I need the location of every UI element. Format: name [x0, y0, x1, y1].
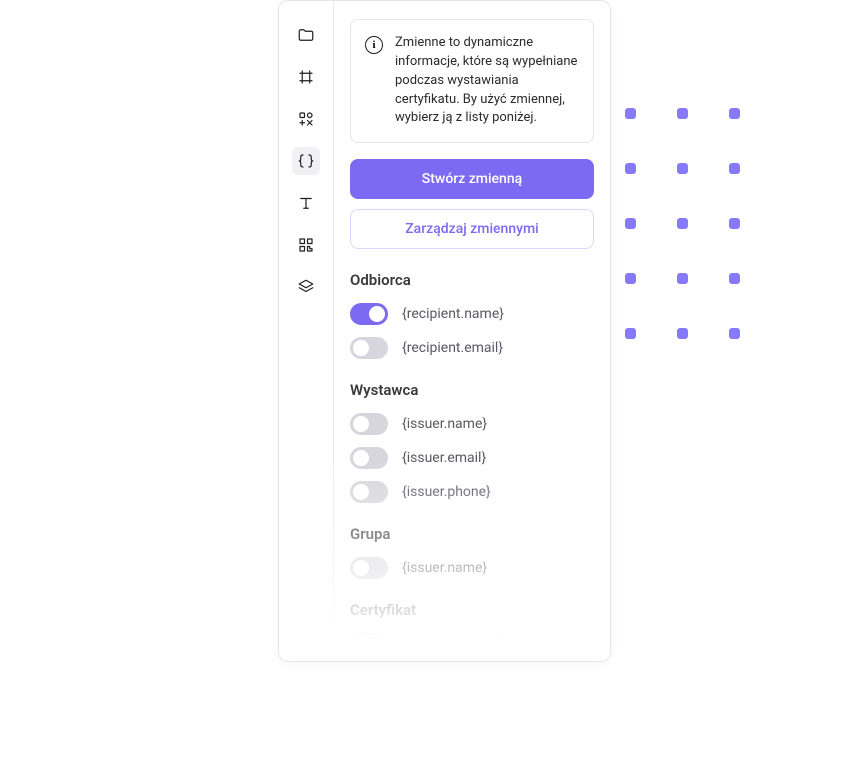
variable-label: {issuer.email}	[402, 450, 486, 466]
section-wystawca: Wystawca {issuer.name} {issuer.email} {i…	[350, 381, 594, 503]
braces-icon[interactable]	[292, 147, 320, 175]
text-icon[interactable]	[292, 189, 320, 217]
qr-icon[interactable]	[292, 231, 320, 259]
variable-label: {issuer.name}	[402, 416, 487, 432]
frame-icon[interactable]	[292, 63, 320, 91]
variable-row: {recipient.name}	[350, 303, 594, 325]
folder-icon[interactable]	[292, 21, 320, 49]
variable-row: {issuer.phone}	[350, 481, 594, 503]
section-title: Grupa	[350, 525, 594, 543]
layers-icon[interactable]	[292, 273, 320, 301]
section-title: Odbiorca	[350, 271, 594, 289]
section-title: Certyfikat	[350, 601, 594, 619]
decorative-dot-grid	[625, 108, 741, 340]
variable-label: {recipient.email}	[402, 340, 503, 356]
variable-toggle[interactable]	[350, 557, 388, 579]
manage-variables-button[interactable]: Zarządzaj zmiennymi	[350, 209, 594, 249]
variable-toggle[interactable]	[350, 413, 388, 435]
variable-row: {issuer.name}	[350, 413, 594, 435]
variable-label: {credential.uuid}	[402, 636, 503, 652]
section-certyfikat: Certyfikat {credential.uuid} {credential…	[350, 601, 594, 661]
create-variable-button[interactable]: Stwórz zmienną	[350, 159, 594, 199]
shapes-icon[interactable]	[292, 105, 320, 133]
section-odbiorca: Odbiorca {recipient.name} {recipient.ema…	[350, 271, 594, 359]
section-grupa: Grupa {issuer.name}	[350, 525, 594, 579]
panel-content: i Zmienne to dynamiczne informacje, któr…	[334, 1, 610, 661]
variable-row: {issuer.email}	[350, 447, 594, 469]
callout-text: Zmienne to dynamiczne informacje, które …	[395, 34, 579, 128]
variable-toggle[interactable]	[350, 337, 388, 359]
variable-toggle[interactable]	[350, 481, 388, 503]
tool-sidebar	[279, 1, 334, 661]
variable-row: {credential.uuid}	[350, 633, 594, 655]
variables-panel: i Zmienne to dynamiczne informacje, któr…	[278, 0, 611, 662]
variable-label: {recipient.name}	[402, 306, 504, 322]
variable-toggle[interactable]	[350, 303, 388, 325]
variable-row: {recipient.email}	[350, 337, 594, 359]
variable-row: {issuer.name}	[350, 557, 594, 579]
info-callout: i Zmienne to dynamiczne informacje, któr…	[350, 19, 594, 143]
variable-label: {issuer.name}	[402, 560, 487, 576]
variable-toggle[interactable]	[350, 447, 388, 469]
info-icon: i	[365, 36, 383, 54]
variable-toggle[interactable]	[350, 633, 388, 655]
variable-label: {issuer.phone}	[402, 484, 491, 500]
section-title: Wystawca	[350, 381, 594, 399]
